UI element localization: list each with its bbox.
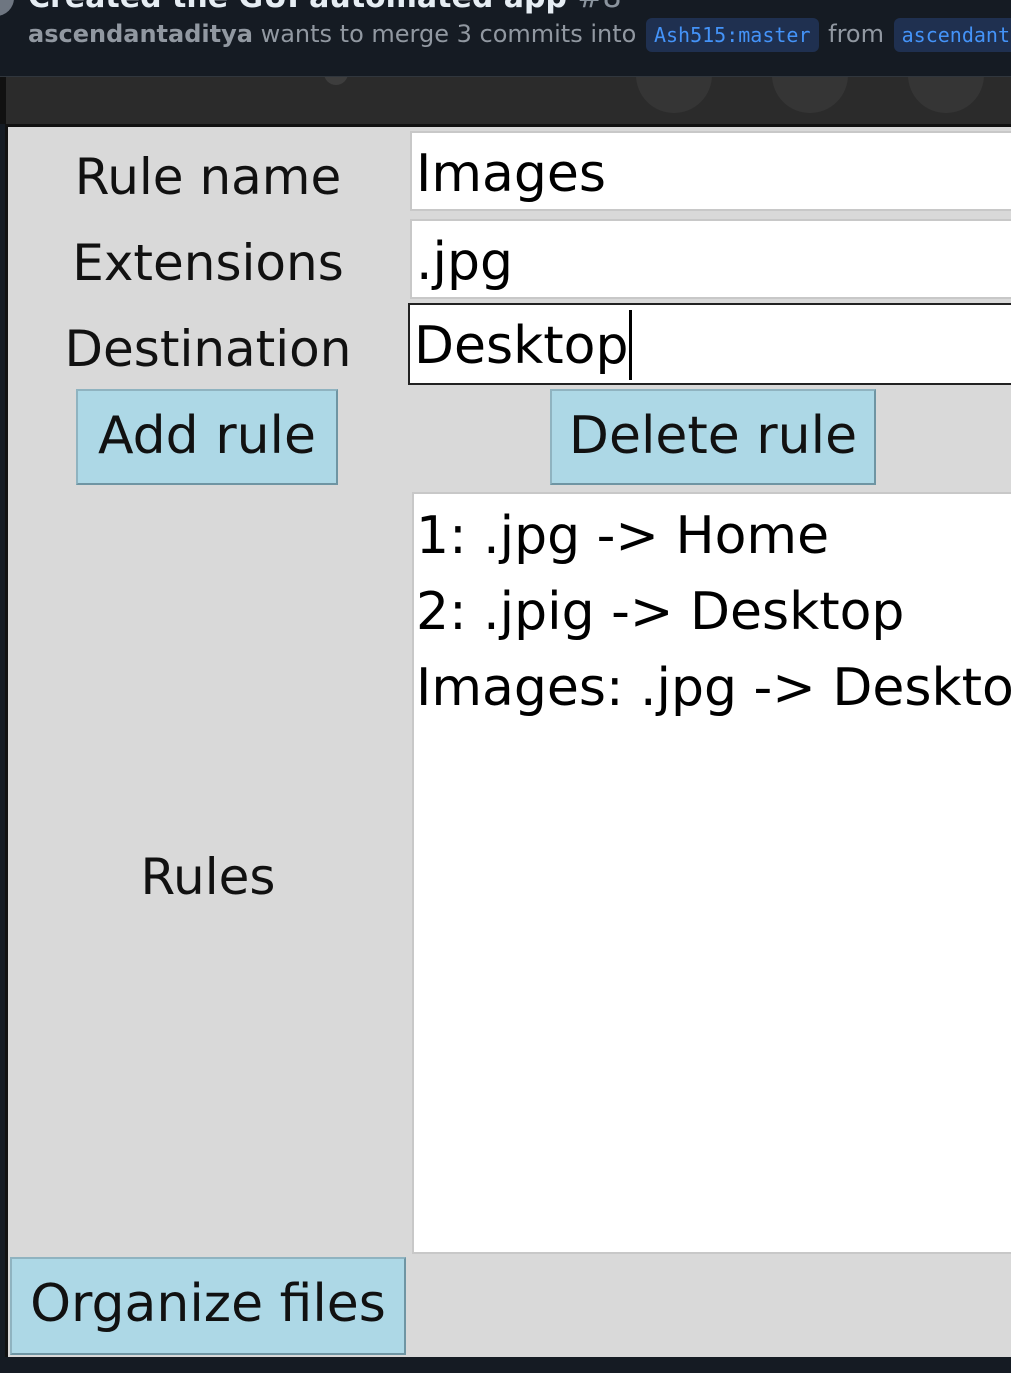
- maximize-window-button[interactable]: [772, 77, 848, 113]
- organize-files-button[interactable]: Organize files: [10, 1257, 406, 1355]
- pr-meta: ascendantaditya wants to merge 3 commits…: [28, 16, 1011, 52]
- rule-name-input[interactable]: Images: [410, 131, 1011, 211]
- text-caret: [629, 310, 633, 380]
- pr-header: Created the GUI automated app #8 ascenda…: [0, 0, 1011, 77]
- add-rule-button[interactable]: Add rule: [76, 389, 338, 485]
- destination-value: Desktop: [414, 316, 629, 376]
- rule-name-label: Rule name: [74, 148, 342, 206]
- file-organizer-window: Rule name Images Extensions .jpg Destina…: [5, 124, 1011, 1357]
- author-avatar[interactable]: [0, 0, 14, 16]
- rule-list-item[interactable]: Images: .jpg -> Desktop: [416, 650, 1011, 726]
- head-branch-badge[interactable]: ascendantaditya: [893, 18, 1011, 52]
- minimize-window-button[interactable]: [636, 77, 712, 113]
- base-branch-badge[interactable]: Ash515:master: [645, 18, 819, 52]
- delete-rule-button[interactable]: Delete rule: [550, 389, 876, 485]
- extensions-value: .jpg: [416, 232, 513, 292]
- rules-listbox[interactable]: 1: .jpg -> Home 2: .jpig -> Desktop Imag…: [412, 492, 1011, 1254]
- merge-text: wants to merge 3 commits into: [260, 20, 637, 48]
- pr-author-link[interactable]: ascendantaditya: [28, 20, 253, 48]
- extensions-input[interactable]: .jpg: [410, 219, 1011, 299]
- window-title-bar: [0, 77, 1011, 124]
- from-text: from: [828, 20, 884, 48]
- rule-name-value: Images: [416, 144, 606, 204]
- rule-list-item[interactable]: 2: .jpig -> Desktop: [416, 574, 1011, 650]
- pr-title: Created the GUI automated app #8: [28, 0, 622, 15]
- pr-title-text: Created the GUI automated app: [28, 0, 567, 15]
- extensions-label: Extensions: [72, 234, 344, 292]
- destination-input[interactable]: Desktop: [408, 303, 1011, 385]
- pr-number: #8: [577, 0, 621, 15]
- destination-label: Destination: [64, 320, 352, 378]
- window-icon: [324, 77, 348, 85]
- close-window-button[interactable]: [908, 77, 984, 113]
- rule-list-item[interactable]: 1: .jpg -> Home: [416, 498, 1011, 574]
- rules-label: Rules: [140, 848, 276, 906]
- bottom-border: [0, 1357, 1011, 1373]
